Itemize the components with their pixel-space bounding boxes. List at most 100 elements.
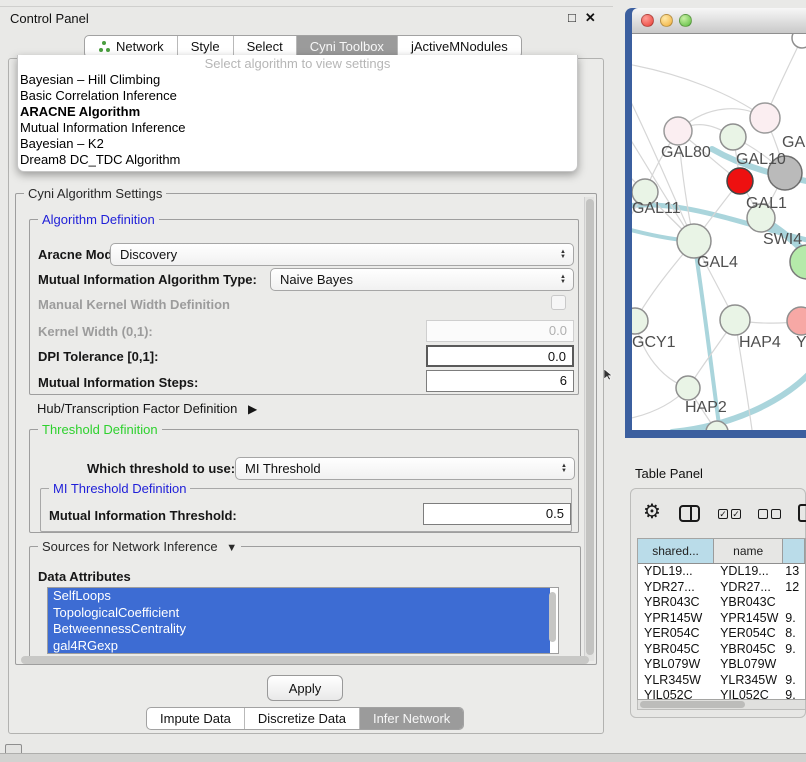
algorithm-menu-item-aracne-algorithm[interactable]: ARACNE Algorithm [18,104,577,120]
node-gal1[interactable] [727,168,753,194]
hub-definition-expander[interactable]: Hub/Transcription Factor Definition ▶ [37,401,257,417]
partial-column-icon[interactable] [798,504,806,522]
column-header-2[interactable] [783,539,805,563]
attribute-item-gal4rgexp[interactable]: gal4RGexp [48,638,550,655]
updown-arrows-icon: ▲▼ [561,464,567,474]
data-attributes-label: Data Attributes [38,569,131,584]
node-gal4[interactable] [677,224,711,258]
attribute-item-topologicalcoefficient[interactable]: TopologicalCoefficient [48,605,550,622]
settings-gear-icon[interactable]: ⚙ [643,502,661,522]
column-header-name[interactable]: name [714,539,783,563]
settings-vertical-scrollbar[interactable] [584,197,594,661]
node-hap2[interactable] [676,376,700,400]
updown-arrows-icon: ▲▼ [560,275,566,285]
mi-threshold-label: Mutual Information Threshold: [49,508,237,523]
kernel-width-input[interactable]: 0.0 [426,320,574,342]
aracne-mode-select[interactable]: Discovery ▲▼ [110,243,574,266]
tab-discretize-data[interactable]: Discretize Data [245,708,360,729]
node-gcy1[interactable] [632,308,648,334]
node-salmon-partial[interactable] [787,307,806,335]
dpi-tolerance-input[interactable]: 0.0 [426,345,574,367]
node-label-gal: GAL [782,134,806,152]
minimize-window-icon[interactable] [660,14,673,27]
updown-arrows-icon: ▲▼ [560,250,566,260]
column-header-shared[interactable]: shared... [638,539,714,563]
table-cell: 12 [783,580,805,596]
table-cell: 13 [783,564,805,580]
table-row[interactable]: YBL079WYBL079W [638,657,805,673]
node-label-y: Y [796,334,806,352]
data-attributes-list[interactable]: SelfLoopsTopologicalCoefficientBetweenne… [47,587,559,654]
mi-type-label: Mutual Information Algorithm Type: [38,272,257,287]
tab-cyni-toolbox[interactable]: Cyni Toolbox [297,36,398,57]
tab-infer-network[interactable]: Infer Network [360,708,463,729]
attribute-item-selfloops[interactable]: SelfLoops [48,588,550,605]
node-brightgreen-partial[interactable] [790,245,806,279]
manual-kernel-label: Manual Kernel Width Definition [38,297,230,312]
node-white-partial[interactable] [792,34,806,48]
table-row[interactable]: YDL19...YDL19...13 [638,564,805,580]
apply-button[interactable]: Apply [267,675,343,701]
manual-kernel-checkbox[interactable] [551,295,566,310]
tab-style[interactable]: Style [178,36,234,57]
algorithm-menu-item-bayesian-k2[interactable]: Bayesian – K2 [18,136,577,152]
node-hap4[interactable] [720,305,750,335]
settings-horizontal-scrollbar[interactable] [21,656,589,664]
algorithm-menu-item-bayesian-hill-climbing[interactable]: Bayesian – Hill Climbing [18,72,577,88]
network-view-window: GALGAL80GAL10GAL1GAL11SWI4GAL4GCY1HAP4YH… [625,8,806,438]
table-row[interactable]: YPR145WYPR145W9. [638,611,805,627]
table-row[interactable]: YIL052CYIL052C9. [638,688,805,700]
mi-steps-label: Mutual Information Steps: [38,375,198,390]
mi-type-select[interactable]: Naive Bayes ▲▼ [270,268,574,291]
table-cell: YDR27... [638,580,714,596]
control-panel-top-divider [0,6,613,7]
select-columns-checked-icon[interactable]: ✓✓ [718,509,741,519]
table-row[interactable]: YDR27...YDR27...12 [638,580,805,596]
algorithm-menu-item-basic-correlation-inference[interactable]: Basic Correlation Inference [18,88,577,104]
table-row[interactable]: YER054CYER054C8. [638,626,805,642]
close-window-icon[interactable] [641,14,654,27]
tab-select[interactable]: Select [234,36,297,57]
algorithm-definition-title: Algorithm Definition [38,212,159,227]
algorithm-menu-item-dream8-dc-tdc-algorithm[interactable]: Dream8 DC_TDC Algorithm [18,152,577,168]
table-row[interactable]: YBR045CYBR045C9. [638,642,805,658]
mi-steps-input[interactable]: 6 [426,370,574,392]
node-gal10[interactable] [720,124,746,150]
bottom-status-strip [0,753,806,762]
close-panel-icon[interactable]: ✕ [585,10,596,26]
table-row[interactable]: YBR043CYBR043C [638,595,805,611]
list-scrollbar-thumb[interactable] [549,592,556,642]
node-label-hap4: HAP4 [739,334,781,352]
node-gal80[interactable] [664,117,692,145]
tab-label: Cyni Toolbox [310,39,384,54]
tab-impute-data[interactable]: Impute Data [147,708,245,729]
bottom-tab-bar: Impute Data Discretize Data Infer Network [146,707,464,730]
node-label-gal11: GAL11 [632,200,681,218]
attribute-item-betweennesscentrality[interactable]: BetweennessCentrality [48,621,550,638]
network-window-titlebar[interactable] [632,8,806,34]
tab-jactivemnodules[interactable]: jActiveMNodules [398,36,521,57]
tab-network[interactable]: Network [85,36,178,57]
zoom-window-icon[interactable] [679,14,692,27]
which-threshold-select[interactable]: MI Threshold ▲▼ [235,457,575,480]
tab-label: Discretize Data [258,711,346,726]
sources-title[interactable]: Sources for Network Inference ▼ [38,539,241,554]
mouse-cursor [604,369,614,381]
node-label-gal4: GAL4 [697,254,738,272]
table-cell: 9. [783,673,805,689]
table-cell [783,595,805,611]
float-panel-icon[interactable]: □ [568,10,576,26]
node-table[interactable]: shared...name YDL19...YDL19...13YDR27...… [637,538,806,700]
table-row[interactable]: YLR345WYLR345W9. [638,673,805,689]
network-canvas[interactable]: GALGAL80GAL10GAL1GAL11SWI4GAL4GCY1HAP4YH… [632,34,806,430]
which-threshold-label: Which threshold to use: [87,461,235,476]
algorithm-menu-item-mutual-information-inference[interactable]: Mutual Information Inference [18,120,577,136]
mi-threshold-input[interactable]: 0.5 [423,503,571,525]
split-columns-icon[interactable] [679,505,700,522]
dpi-tolerance-label: DPI Tolerance [0,1]: [38,349,158,364]
table-cell: YER054C [714,626,783,642]
table-cell: YIL052C [638,688,714,700]
table-horizontal-scrollbar[interactable] [637,700,806,710]
select-columns-unchecked-icon[interactable] [758,509,781,519]
node-gal-partial[interactable] [750,103,780,133]
